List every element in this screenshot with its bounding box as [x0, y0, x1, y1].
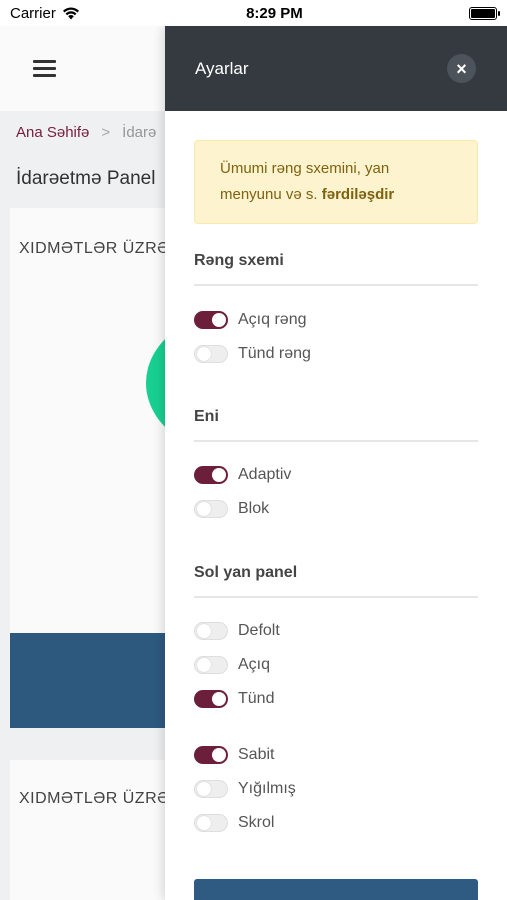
toggle-switch[interactable]: [194, 746, 228, 764]
status-time: 8:29 PM: [246, 4, 303, 22]
toggle-label: Sabit: [238, 746, 275, 763]
toggle-switch[interactable]: [194, 656, 228, 674]
toggle-switch[interactable]: [194, 500, 228, 518]
wifi-icon: [62, 6, 79, 19]
sidebar-layout-options: Sabit Yığılmış Skrol: [194, 738, 478, 840]
toggle-row-fixed[interactable]: Sabit: [194, 738, 478, 772]
toggle-row-dark-sidebar[interactable]: Tünd: [194, 682, 478, 716]
drawer-header: Ayarlar ×: [165, 26, 507, 111]
status-left: Carrier: [10, 5, 80, 22]
toggle-label: Açıq rəng: [238, 311, 307, 328]
close-icon: ×: [456, 58, 467, 79]
toggle-row-boxed[interactable]: Blok: [194, 492, 478, 526]
toggle-label: Defolt: [238, 622, 280, 639]
status-bar: Carrier 8:29 PM: [0, 0, 507, 26]
battery-icon: [468, 6, 500, 20]
apply-button[interactable]: [194, 879, 478, 900]
carrier-label: Carrier: [10, 4, 56, 22]
section-title-color-scheme: Rəng sxemi: [194, 252, 478, 286]
toggle-label: Skrol: [238, 814, 275, 831]
width-options: Adaptiv Blok: [194, 458, 478, 526]
toggle-row-default[interactable]: Defolt: [194, 614, 478, 648]
info-alert: Ümumi rəng sxemini, yan menyunu və s. fə…: [194, 140, 478, 224]
toggle-switch[interactable]: [194, 311, 228, 329]
toggle-row-light-sidebar[interactable]: Açıq: [194, 648, 478, 682]
section-title-width: Eni: [194, 408, 478, 442]
toggle-label: Yığılmış: [238, 780, 296, 797]
settings-drawer: Ayarlar × Ümumi rəng sxemini, yan menyun…: [165, 26, 507, 900]
info-strong-text: fərdiləşdir: [321, 186, 395, 203]
toggle-label: Tünd rəng: [238, 345, 311, 362]
toggle-row-scroll[interactable]: Skrol: [194, 806, 478, 840]
drawer-title: Ayarlar: [195, 58, 249, 78]
toggle-switch[interactable]: [194, 780, 228, 798]
toggle-label: Açıq: [238, 656, 271, 673]
toggle-label: Adaptiv: [238, 466, 292, 483]
toggle-label: Blok: [238, 500, 270, 517]
sidebar-theme-options: Defolt Açıq Tünd: [194, 614, 478, 716]
toggle-row-collapsed[interactable]: Yığılmış: [194, 772, 478, 806]
toggle-row-light[interactable]: Açıq rəng: [194, 303, 478, 337]
drawer-body: Ümumi rəng sxemini, yan menyunu və s. fə…: [165, 111, 507, 840]
toggle-row-dark[interactable]: Tünd rəng: [194, 337, 478, 371]
toggle-label: Tünd: [238, 690, 275, 707]
toggle-switch[interactable]: [194, 690, 228, 708]
toggle-switch[interactable]: [194, 345, 228, 363]
toggle-row-adaptive[interactable]: Adaptiv: [194, 458, 478, 492]
toggle-switch[interactable]: [194, 466, 228, 484]
close-button[interactable]: ×: [447, 54, 476, 83]
toggle-switch[interactable]: [194, 622, 228, 640]
color-scheme-options: Açıq rəng Tünd rəng: [194, 303, 478, 371]
section-title-sidebar: Sol yan panel: [194, 564, 478, 598]
toggle-switch[interactable]: [194, 814, 228, 832]
